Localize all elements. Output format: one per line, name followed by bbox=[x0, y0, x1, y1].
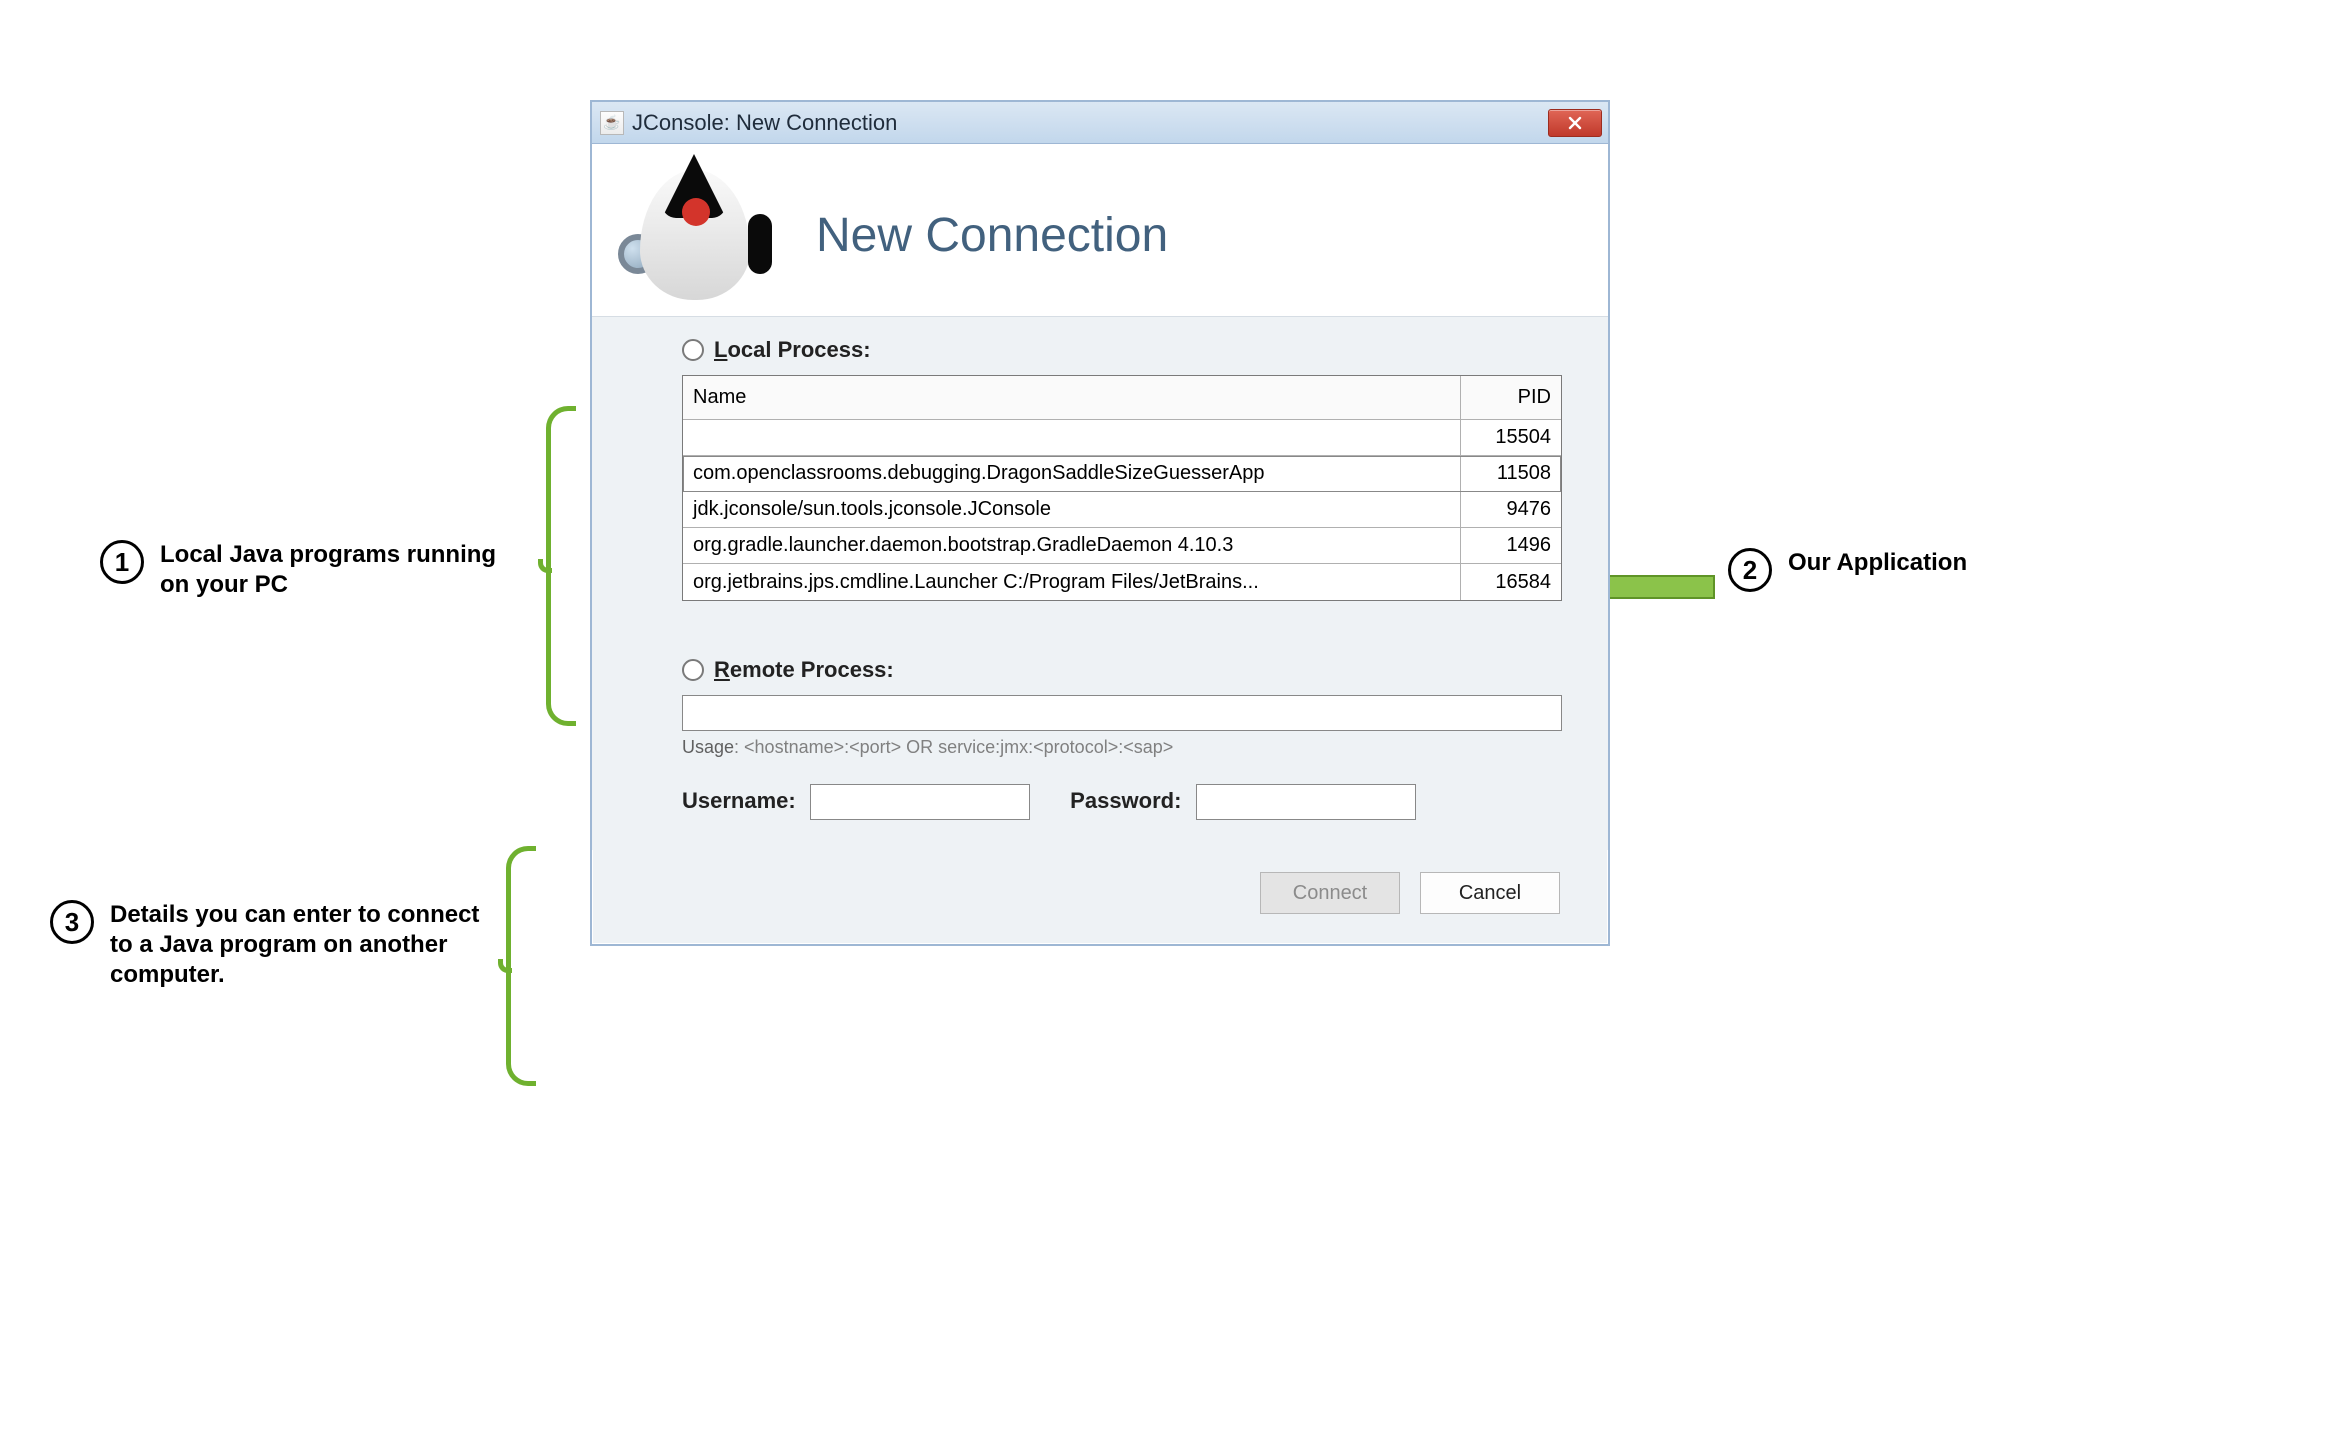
close-icon bbox=[1567, 115, 1583, 131]
annotation-3: 3 Details you can enter to connect to a … bbox=[50, 900, 490, 990]
process-pid: 11508 bbox=[1461, 456, 1561, 491]
jconsole-dialog: ☕ JConsole: New Connection New Connectio… bbox=[590, 100, 1610, 946]
process-pid: 1496 bbox=[1461, 528, 1561, 563]
cancel-button[interactable]: Cancel bbox=[1420, 872, 1560, 914]
process-row[interactable]: 15504 bbox=[683, 420, 1561, 456]
annotation-badge-1: 1 bbox=[100, 540, 144, 584]
password-label: Password: bbox=[1070, 788, 1181, 813]
col-pid[interactable]: PID bbox=[1461, 376, 1561, 419]
annotation-text-1: Local Java programs running on your PC bbox=[160, 540, 500, 600]
process-table-header: Name PID bbox=[683, 376, 1561, 420]
process-name: com.openclassrooms.debugging.DragonSaddl… bbox=[683, 456, 1461, 491]
process-row[interactable]: org.jetbrains.jps.cmdline.Launcher C:/Pr… bbox=[683, 564, 1561, 600]
java-icon: ☕ bbox=[600, 111, 624, 135]
close-button[interactable] bbox=[1548, 109, 1602, 137]
annotation-badge-2: 2 bbox=[1728, 548, 1772, 592]
remote-process-section: Remote Process: Usage: <hostname>:<port>… bbox=[682, 657, 1560, 820]
annotation-2: 2 Our Application bbox=[1728, 548, 1967, 592]
process-row[interactable]: jdk.jconsole/sun.tools.jconsole.JConsole… bbox=[683, 492, 1561, 528]
duke-mascot-icon bbox=[616, 160, 776, 310]
local-process-label: Local Process: bbox=[714, 337, 871, 363]
username-label: Username: bbox=[682, 788, 796, 813]
process-pid: 9476 bbox=[1461, 492, 1561, 527]
dialog-banner: New Connection bbox=[592, 144, 1608, 317]
process-pid: 16584 bbox=[1461, 564, 1561, 600]
col-name[interactable]: Name bbox=[683, 376, 1461, 419]
dialog-heading: New Connection bbox=[816, 208, 1168, 263]
dialog-footer: Connect Cancel bbox=[592, 850, 1608, 944]
brace-1 bbox=[546, 406, 576, 726]
annotation-badge-3: 3 bbox=[50, 900, 94, 944]
process-name: jdk.jconsole/sun.tools.jconsole.JConsole bbox=[683, 492, 1461, 527]
remote-process-label: Remote Process: bbox=[714, 657, 894, 683]
remote-process-radio[interactable] bbox=[682, 659, 704, 681]
annotation-text-3: Details you can enter to connect to a Ja… bbox=[110, 900, 490, 990]
brace-3 bbox=[506, 846, 536, 1086]
usage-label: Usage bbox=[682, 737, 734, 757]
process-name bbox=[683, 420, 1461, 455]
annotation-text-2: Our Application bbox=[1788, 548, 1967, 578]
process-name: org.gradle.launcher.daemon.bootstrap.Gra… bbox=[683, 528, 1461, 563]
usage-text: : <hostname>:<port> OR service:jmx:<prot… bbox=[734, 737, 1173, 757]
local-process-radio[interactable] bbox=[682, 339, 704, 361]
process-row[interactable]: com.openclassrooms.debugging.DragonSaddl… bbox=[683, 456, 1561, 492]
process-row[interactable]: org.gradle.launcher.daemon.bootstrap.Gra… bbox=[683, 528, 1561, 564]
process-table: Name PID 15504com.openclassrooms.debuggi… bbox=[682, 375, 1562, 601]
annotation-1: 1 Local Java programs running on your PC bbox=[100, 540, 500, 600]
local-process-section: Local Process: Name PID 15504com.opencla… bbox=[682, 337, 1560, 601]
username-input[interactable] bbox=[810, 784, 1030, 820]
usage-hint: Usage: <hostname>:<port> OR service:jmx:… bbox=[682, 737, 1560, 758]
window-title: JConsole: New Connection bbox=[632, 110, 1548, 136]
password-input[interactable] bbox=[1196, 784, 1416, 820]
process-pid: 15504 bbox=[1461, 420, 1561, 455]
connect-button[interactable]: Connect bbox=[1260, 872, 1400, 914]
titlebar: ☕ JConsole: New Connection bbox=[592, 102, 1608, 144]
process-name: org.jetbrains.jps.cmdline.Launcher C:/Pr… bbox=[683, 564, 1461, 600]
remote-address-input[interactable] bbox=[682, 695, 1562, 731]
